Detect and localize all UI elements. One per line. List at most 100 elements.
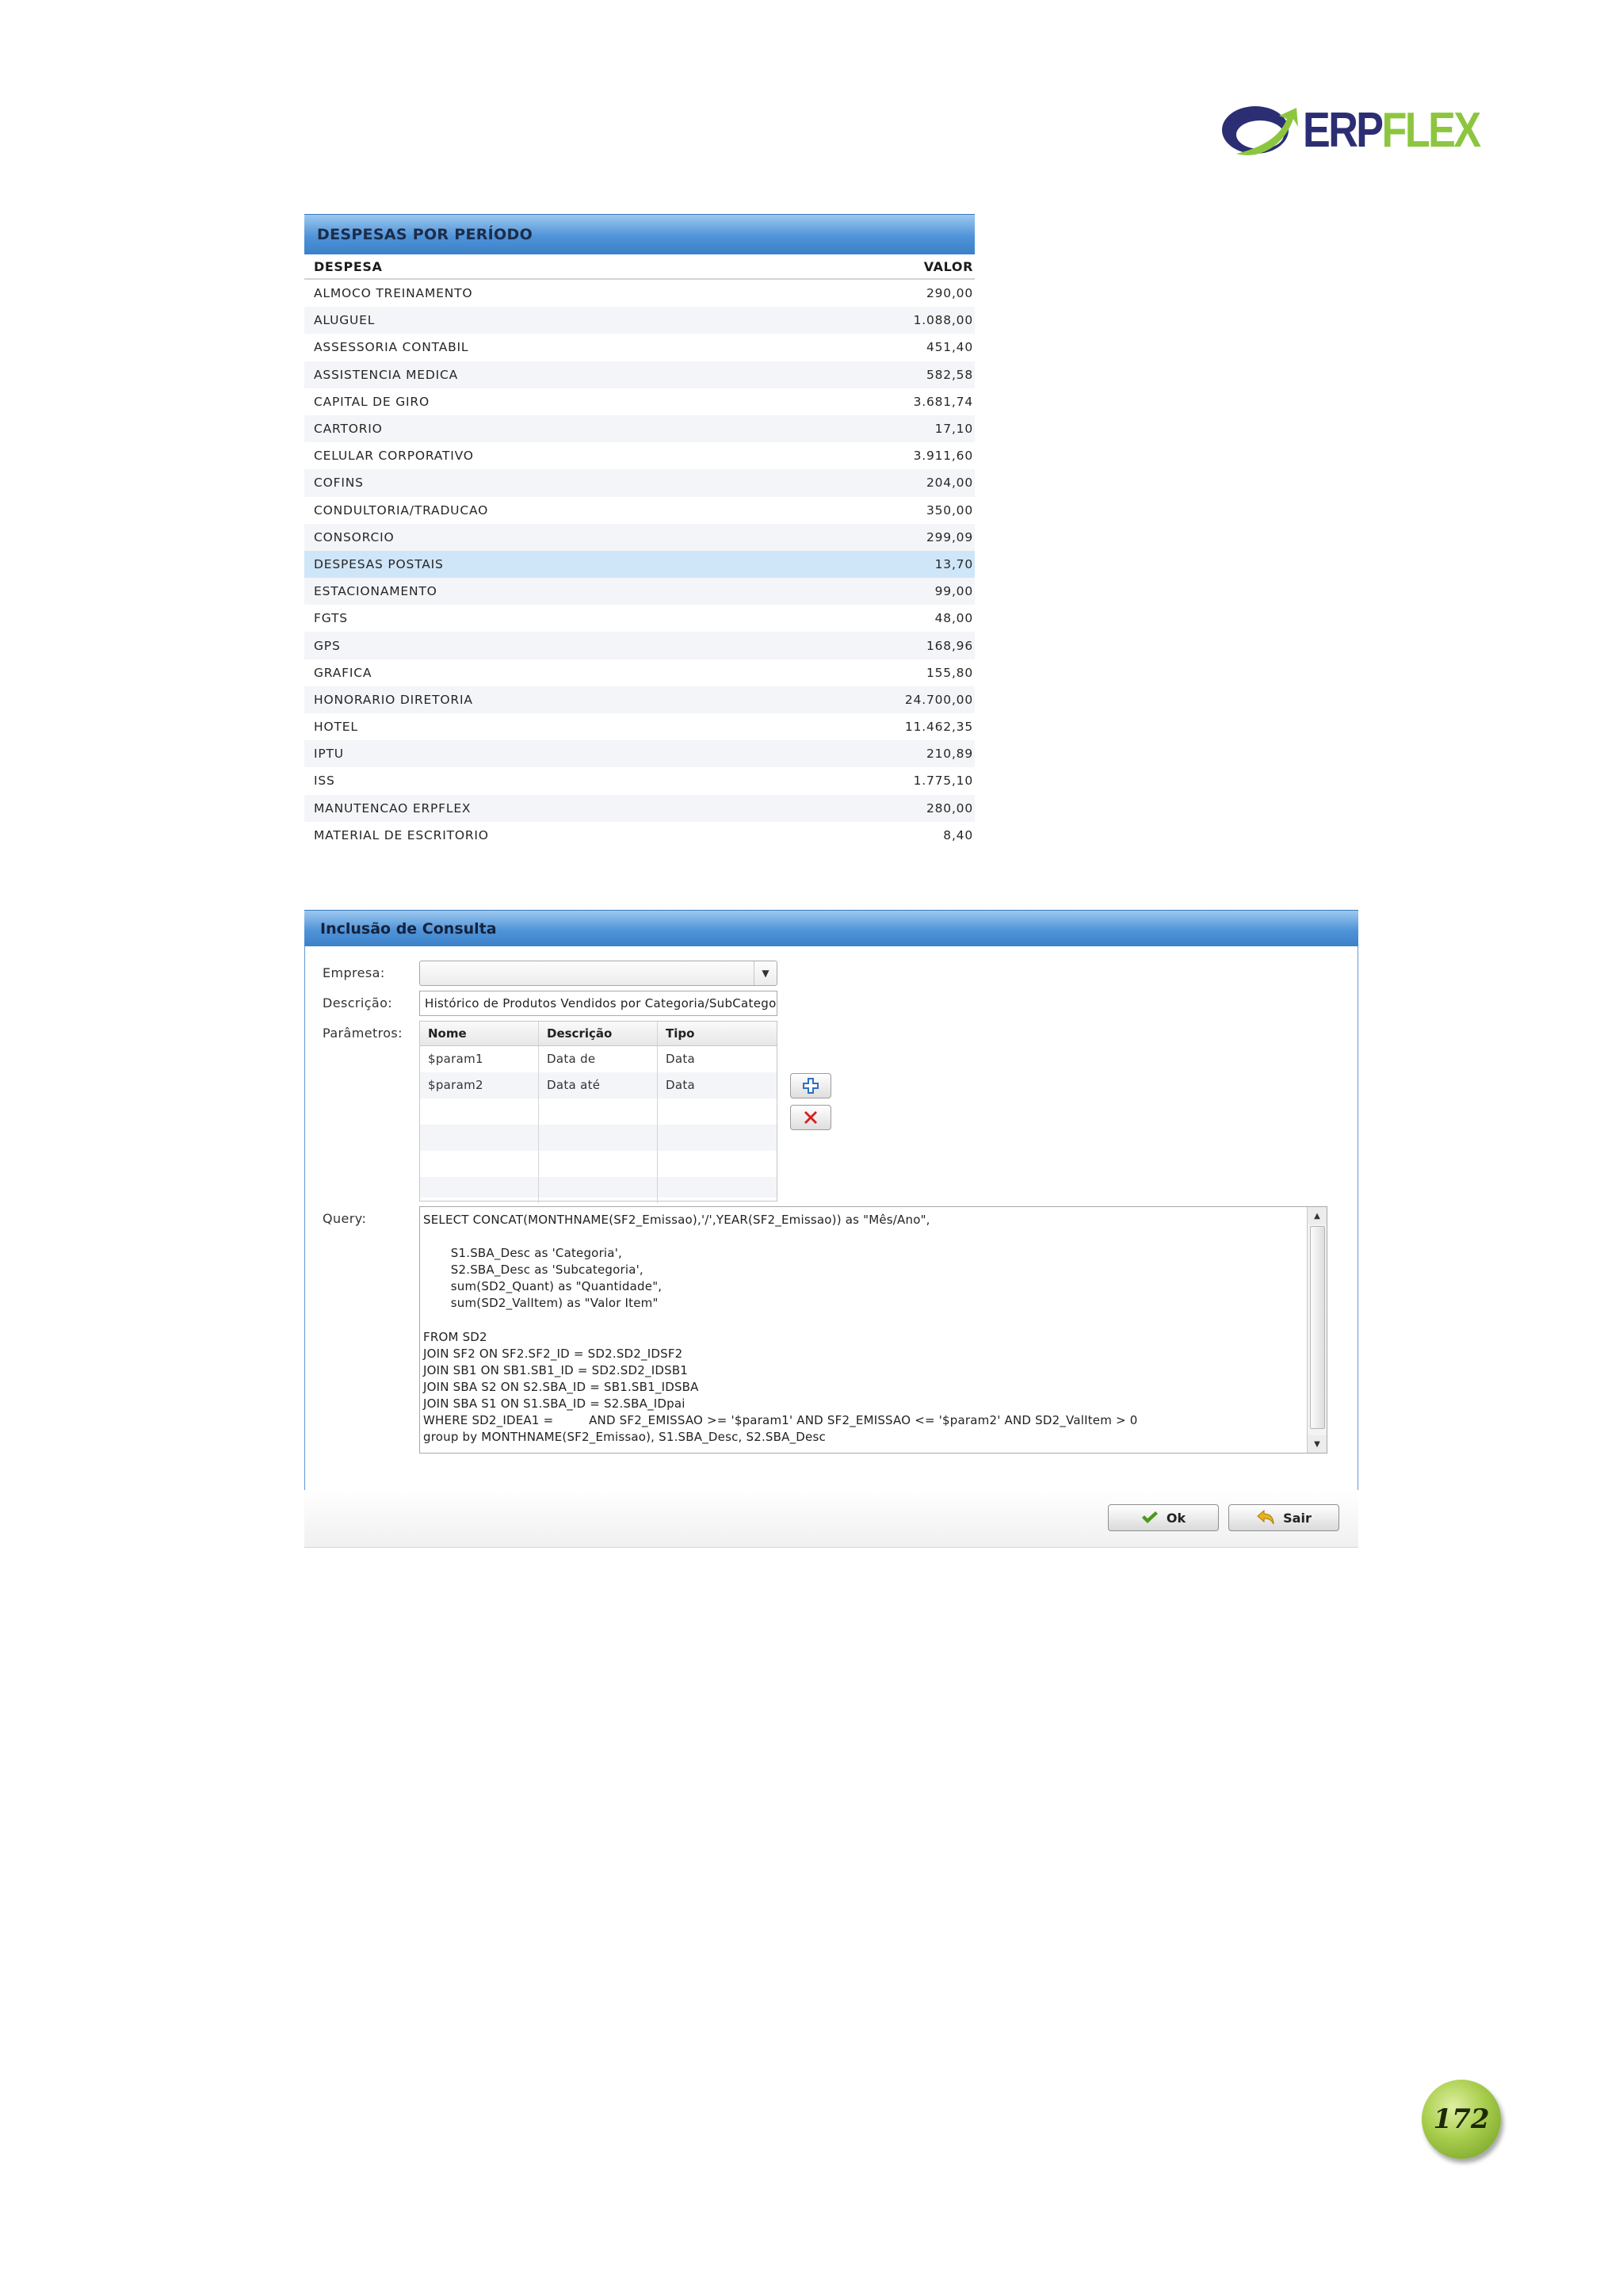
empty-row xyxy=(420,1125,777,1151)
ok-label: Ok xyxy=(1166,1510,1186,1526)
expense-name: DESPESAS POSTAIS xyxy=(314,556,444,571)
expense-name: ISS xyxy=(314,774,335,789)
param-nome: $param1 xyxy=(420,1046,539,1072)
expense-name: GPS xyxy=(314,638,341,653)
expense-row[interactable]: CONSORCIO 299,09 xyxy=(304,523,975,551)
expenses-panel: DESPESAS POR PERÍODO DESPESA VALOR ALMOC… xyxy=(304,214,975,849)
expense-value: 299,09 xyxy=(926,529,973,544)
col-nome[interactable]: Nome xyxy=(420,1022,539,1045)
dialog-title: Inclusão de Consulta xyxy=(320,920,497,938)
expense-name: ALUGUEL xyxy=(314,313,376,328)
query-text[interactable]: SELECT CONCAT(MONTHNAME(SF2_Emissao),'/'… xyxy=(420,1207,1327,1446)
empty-row xyxy=(420,1151,777,1177)
expense-value: 1.088,00 xyxy=(913,313,973,328)
expense-name: ALMOCO TREINAMENTO xyxy=(314,286,473,301)
expense-row[interactable]: ASSESSORIA CONTABIL 451,40 xyxy=(304,334,975,361)
parameter-row[interactable]: $param1 Data de Data xyxy=(420,1046,777,1072)
expenses-column-header: DESPESA VALOR xyxy=(304,254,975,280)
col-descricao[interactable]: Descrição xyxy=(539,1022,658,1045)
expense-name: CONSORCIO xyxy=(314,529,395,544)
dialog-body: Empresa: ▼ Descrição: Histórico de Produ… xyxy=(304,946,1358,1491)
expense-value: 1.775,10 xyxy=(913,774,973,789)
expense-row[interactable]: HOTEL 11.462,35 xyxy=(304,713,975,740)
expense-row[interactable]: IPTU 210,89 xyxy=(304,740,975,768)
expense-row[interactable]: ASSISTENCIA MEDICA 582,58 xyxy=(304,361,975,388)
expense-name: FGTS xyxy=(314,611,348,626)
expense-name: MANUTENCAO ERPFLEX xyxy=(314,800,472,816)
scroll-up-arrow-icon[interactable]: ▲ xyxy=(1308,1207,1327,1224)
col-tipo[interactable]: Tipo xyxy=(658,1022,777,1045)
sair-label: Sair xyxy=(1283,1510,1312,1526)
expense-name: IPTU xyxy=(314,747,344,762)
checkmark-icon xyxy=(1141,1511,1158,1523)
logo-wordmark: ERPFLEX xyxy=(1303,103,1482,159)
param-tipo: Data xyxy=(666,1078,696,1092)
expense-value: 17,10 xyxy=(934,422,973,437)
expense-row[interactable]: ALUGUEL 1.088,00 xyxy=(304,307,975,334)
parameters-grid: Nome Descrição Tipo $param1 Data de Data… xyxy=(419,1021,777,1203)
expenses-header: DESPESAS POR PERÍODO xyxy=(304,214,975,254)
expense-name: CARTORIO xyxy=(314,422,383,437)
expense-row[interactable]: MATERIAL DE ESCRITORIO 8,40 xyxy=(304,822,975,849)
expense-row[interactable]: DESPESAS POSTAIS 13,70 xyxy=(304,550,975,579)
dialog-footer: Ok Sair xyxy=(304,1490,1358,1548)
column-valor[interactable]: VALOR xyxy=(924,259,973,274)
expense-row[interactable]: CARTORIO 17,10 xyxy=(304,415,975,443)
descricao-label: Descrição: xyxy=(323,995,393,1010)
expense-row[interactable]: HONORARIO DIRETORIA 24.700,00 xyxy=(304,686,975,713)
expense-value: 3.681,74 xyxy=(913,394,973,409)
expense-row[interactable]: ESTACIONAMENTO 99,00 xyxy=(304,578,975,606)
expense-row[interactable]: MANUTENCAO ERPFLEX 280,00 xyxy=(304,794,975,822)
expense-row[interactable]: GPS 168,96 xyxy=(304,632,975,659)
parameter-row[interactable]: $param2 Data até Data xyxy=(420,1072,777,1098)
expense-value: 210,89 xyxy=(926,747,973,762)
remove-parameter-button[interactable] xyxy=(790,1105,831,1130)
expense-value: 8,40 xyxy=(943,827,973,842)
expense-row[interactable]: ALMOCO TREINAMENTO 290,00 xyxy=(304,280,975,307)
add-parameter-button[interactable] xyxy=(790,1073,831,1098)
param-descricao: Data de xyxy=(539,1046,658,1072)
page-number-badge: 172 xyxy=(1422,2080,1501,2159)
logo-text-flex: FLEX xyxy=(1381,103,1482,158)
scroll-down-arrow-icon[interactable]: ▼ xyxy=(1308,1435,1327,1453)
expense-value: 350,00 xyxy=(926,502,973,518)
expenses-title: DESPESAS POR PERÍODO xyxy=(317,226,533,243)
empresa-label: Empresa: xyxy=(323,965,385,980)
expense-value: 155,80 xyxy=(926,665,973,680)
expense-value: 3.911,60 xyxy=(913,449,973,464)
expense-name: HONORARIO DIRETORIA xyxy=(314,692,473,707)
query-label: Query: xyxy=(323,1211,367,1226)
expense-name: COFINS xyxy=(314,476,364,491)
expense-value: 280,00 xyxy=(926,800,973,816)
plus-icon xyxy=(803,1078,819,1094)
expense-value: 204,00 xyxy=(926,476,973,491)
descricao-field[interactable]: Histórico de Produtos Vendidos por Categ… xyxy=(419,991,777,1016)
expense-row[interactable]: FGTS 48,00 xyxy=(304,605,975,632)
expense-row[interactable]: GRAFICA 155,80 xyxy=(304,659,975,686)
param-descricao: Data até xyxy=(539,1072,658,1098)
empresa-select[interactable]: ▼ xyxy=(419,961,777,986)
expense-row[interactable]: ISS 1.775,10 xyxy=(304,767,975,794)
inclusao-consulta-dialog: Inclusão de Consulta Empresa: ▼ Descriçã… xyxy=(304,910,1358,1550)
red-x-icon xyxy=(804,1111,817,1124)
dialog-header: Inclusão de Consulta xyxy=(304,910,1358,947)
parameters-grid-header: Nome Descrição Tipo xyxy=(420,1022,777,1046)
scroll-thumb[interactable] xyxy=(1310,1226,1325,1429)
dropdown-arrow-icon[interactable]: ▼ xyxy=(754,961,777,985)
column-despesa[interactable]: DESPESA xyxy=(314,259,383,274)
param-nome: $param2 xyxy=(420,1072,539,1098)
expense-row[interactable]: CAPITAL DE GIRO 3.681,74 xyxy=(304,388,975,415)
sair-button[interactable]: Sair xyxy=(1228,1504,1339,1531)
expense-value: 13,70 xyxy=(934,556,973,571)
logo-text-erp: ERP xyxy=(1303,103,1384,158)
expense-row[interactable]: CELULAR CORPORATIVO 3.911,60 xyxy=(304,442,975,469)
expense-value: 290,00 xyxy=(926,286,973,301)
expense-row[interactable]: COFINS 204,00 xyxy=(304,469,975,497)
query-textarea[interactable]: SELECT CONCAT(MONTHNAME(SF2_Emissao),'/'… xyxy=(419,1206,1327,1454)
expense-row[interactable]: CONDULTORIA/TRADUCAO 350,00 xyxy=(304,497,975,524)
expense-value: 451,40 xyxy=(926,340,973,355)
expense-name: ASSESSORIA CONTABIL xyxy=(314,340,469,355)
query-scrollbar[interactable]: ▲ ▼ xyxy=(1307,1207,1327,1453)
expense-name: CONDULTORIA/TRADUCAO xyxy=(314,502,489,518)
ok-button[interactable]: Ok xyxy=(1108,1504,1219,1531)
